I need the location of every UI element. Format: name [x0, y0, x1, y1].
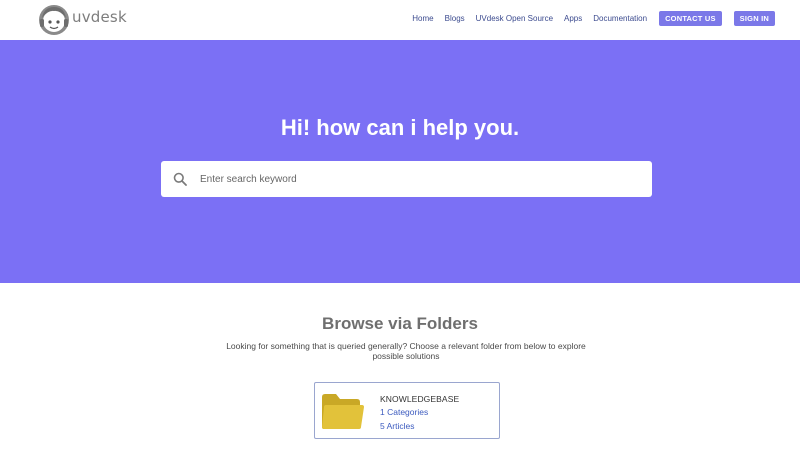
nav-link-blogs[interactable]: Blogs: [445, 11, 465, 26]
search-icon[interactable]: [173, 172, 187, 186]
folder-articles-link[interactable]: 5 Articles: [380, 421, 415, 431]
hero-banner: Hi! how can i help you.: [0, 40, 800, 283]
nav-link-home[interactable]: Home: [412, 11, 433, 26]
folder-categories-link[interactable]: 1 Categories: [380, 407, 428, 417]
search-input[interactable]: [198, 164, 652, 194]
folder-card-knowledgebase[interactable]: KNOWLEDGEBASE 1 Categories 5 Articles: [314, 382, 500, 439]
site-header: uvdesk Home Blogs UVdesk Open Source App…: [0, 0, 800, 40]
contact-us-button[interactable]: CONTACT US: [659, 11, 722, 26]
section-title: Browse via Folders: [322, 314, 478, 333]
section-description: Looking for something that is queried ge…: [226, 341, 586, 361]
logo-text: uvdesk: [72, 8, 127, 26]
search-box[interactable]: [161, 161, 652, 197]
nav-link-open-source[interactable]: UVdesk Open Source: [476, 11, 553, 26]
sign-in-button[interactable]: SIGN IN: [733, 11, 775, 26]
folder-name: KNOWLEDGEBASE: [380, 394, 460, 404]
nav-link-apps[interactable]: Apps: [564, 11, 582, 26]
hero-title: Hi! how can i help you.: [280, 115, 520, 140]
nav-link-documentation[interactable]: Documentation: [593, 11, 647, 26]
folder-icon: [322, 394, 364, 429]
logo[interactable]: uvdesk: [38, 4, 127, 36]
logo-icon: [39, 5, 69, 35]
main-nav: Home Blogs UVdesk Open Source Apps Docum…: [401, 11, 775, 26]
